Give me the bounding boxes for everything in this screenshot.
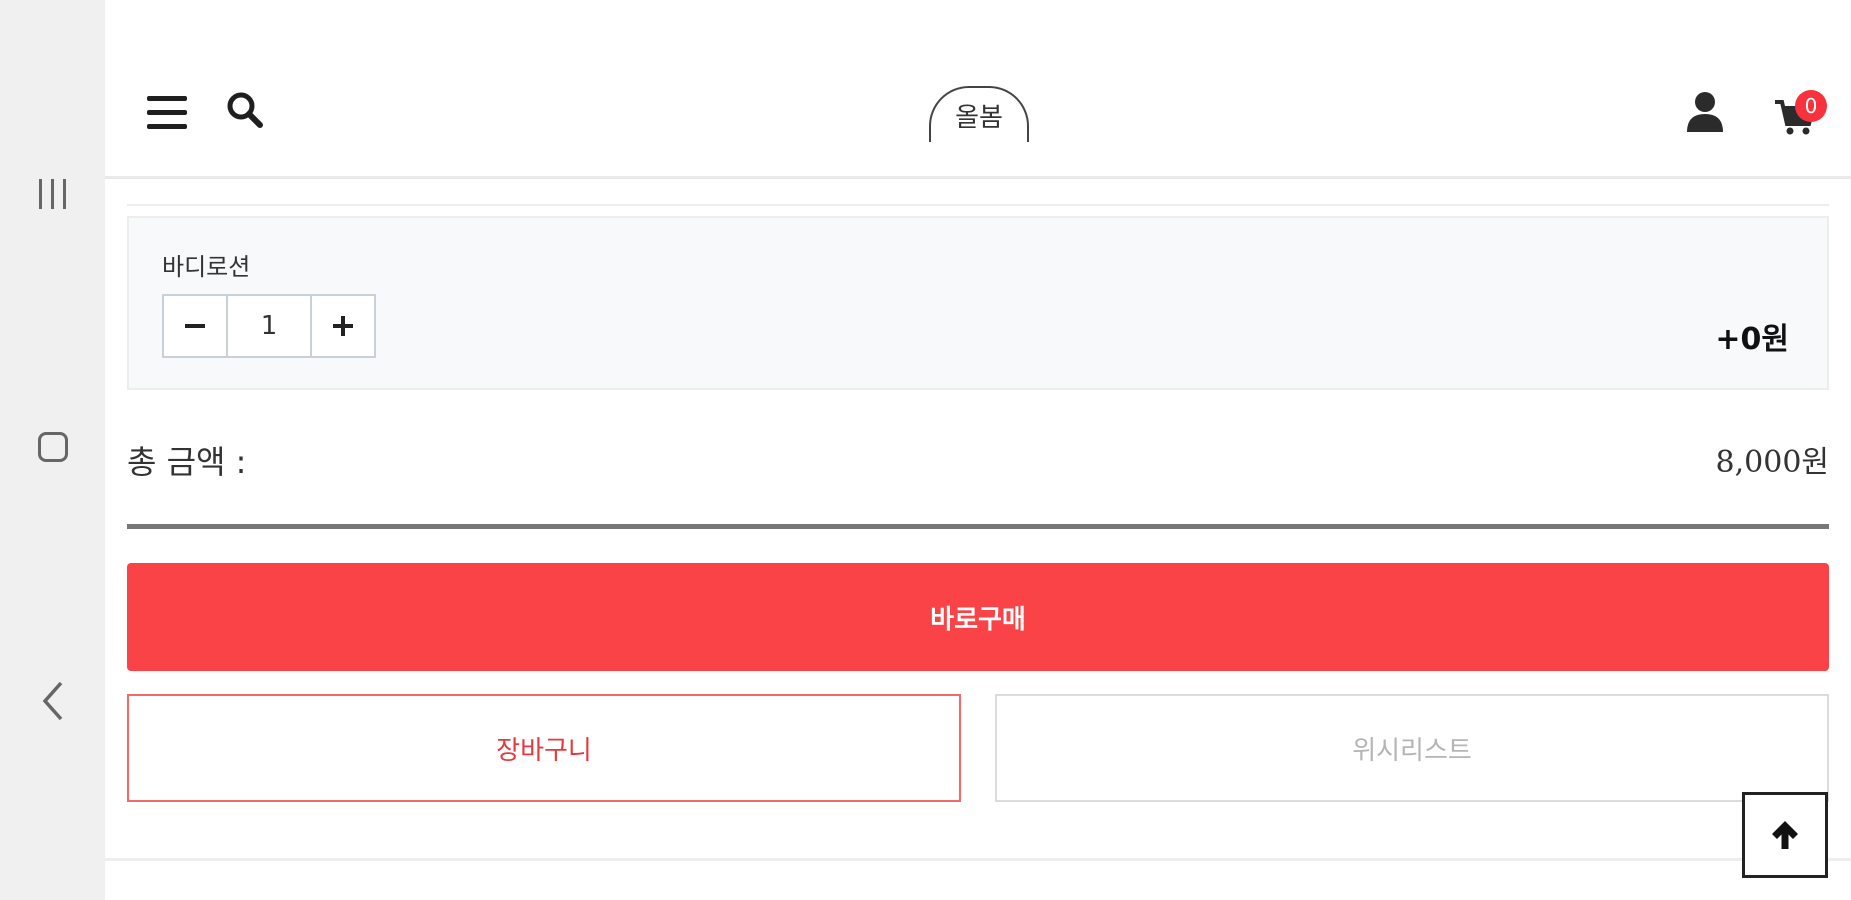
- decrease-button[interactable]: [164, 296, 226, 356]
- buy-now-button[interactable]: 바로구매: [127, 563, 1829, 671]
- site-header: 올봄 0: [105, 0, 1851, 179]
- scroll-to-top-button[interactable]: [1742, 792, 1828, 878]
- system-nav-bar: [0, 0, 105, 900]
- minus-icon: [185, 324, 205, 328]
- option-price: +0원: [1715, 322, 1789, 357]
- recents-icon: [39, 179, 42, 209]
- arrow-up-icon: [1772, 821, 1798, 849]
- wishlist-button[interactable]: 위시리스트: [995, 694, 1829, 802]
- divider: [105, 858, 1851, 861]
- home-icon: [37, 432, 68, 462]
- quantity-input[interactable]: [226, 296, 312, 356]
- site-logo[interactable]: 올봄: [929, 86, 1029, 142]
- back-icon: [42, 681, 62, 721]
- cart-count-badge: 0: [1795, 90, 1827, 122]
- selected-option: 바디로션 +0원: [127, 216, 1829, 390]
- total-value: 8,000원: [1715, 445, 1829, 480]
- option-name: 바디로션: [162, 253, 251, 281]
- divider: [127, 204, 1829, 206]
- user-icon[interactable]: [1685, 90, 1725, 134]
- search-icon[interactable]: [225, 90, 265, 130]
- total-label: 총 금액 :: [127, 443, 247, 481]
- add-to-cart-button[interactable]: 장바구니: [127, 694, 961, 802]
- increase-button[interactable]: [312, 296, 374, 356]
- divider: [127, 524, 1829, 529]
- menu-icon[interactable]: [147, 96, 187, 130]
- quantity-stepper: [162, 294, 376, 358]
- back-button[interactable]: [0, 676, 105, 726]
- recents-button[interactable]: [0, 174, 105, 214]
- home-button[interactable]: [0, 427, 105, 467]
- plus-icon: [333, 316, 353, 336]
